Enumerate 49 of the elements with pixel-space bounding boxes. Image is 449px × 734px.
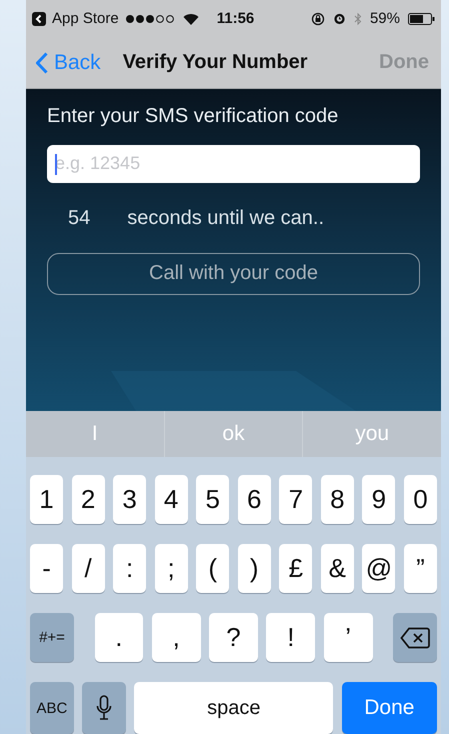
text-cursor [55, 154, 57, 175]
keyboard-key[interactable]: ! [266, 613, 316, 662]
keyboard-key[interactable]: ; [154, 544, 188, 594]
orientation-lock-icon [310, 12, 325, 26]
mode-key[interactable]: ABC [30, 682, 74, 734]
keyboard-key[interactable]: 7 [279, 475, 312, 524]
keyboard-key[interactable]: 0 [404, 475, 437, 524]
keyboard-key[interactable]: 5 [196, 475, 230, 524]
keyboard-key[interactable]: @ [362, 544, 396, 594]
keyboard-key[interactable]: & [320, 544, 354, 594]
back-app-label[interactable]: App Store [52, 10, 119, 28]
mode-key[interactable]: #+= [30, 613, 74, 662]
chevron-left-icon [36, 52, 48, 74]
keyboard-key[interactable]: - [30, 544, 64, 594]
back-to-app-icon[interactable] [32, 12, 46, 26]
keyboard-key[interactable]: ? [209, 613, 258, 662]
wifi-icon [182, 12, 199, 25]
battery-icon [408, 12, 435, 25]
countdown-text: seconds until we can.. [127, 206, 324, 230]
keyboard-key[interactable]: 8 [320, 475, 354, 524]
prompt-text: Enter your SMS verification code [47, 104, 340, 128]
screen-title: Verify Your Number [122, 51, 308, 74]
keyboard-key[interactable]: ” [404, 544, 437, 594]
microphone-icon [96, 695, 112, 722]
backspace-icon [400, 626, 430, 649]
countdown-number: 54 [68, 206, 90, 230]
keyboard-key[interactable]: . [94, 613, 144, 662]
clock-time: 11:56 [216, 10, 254, 28]
backspace-key[interactable] [393, 613, 438, 662]
done-key[interactable]: Done [342, 682, 438, 734]
microphone-key[interactable] [82, 682, 126, 734]
bluetooth-icon [354, 12, 362, 26]
keyboard-key[interactable]: 4 [154, 475, 188, 524]
signal-icon [124, 14, 177, 24]
keyboard-key[interactable]: : [113, 544, 146, 594]
alarm-icon [332, 12, 346, 26]
space-key[interactable]: space [134, 682, 334, 734]
keyboard-key[interactable]: / [72, 544, 105, 594]
keyboard-key[interactable]: 6 [238, 475, 271, 524]
keyboard-key[interactable]: 3 [113, 475, 146, 524]
keyboard-key[interactable]: ) [238, 544, 271, 594]
keyboard-key[interactable]: ’ [324, 613, 372, 662]
battery-percent: 59% [370, 10, 400, 28]
keyboard-key[interactable]: , [152, 613, 201, 662]
keyboard-key[interactable]: ( [196, 544, 230, 594]
keyboard-key[interactable]: £ [279, 544, 312, 594]
keyboard-key[interactable]: 1 [30, 475, 64, 524]
keyboard-key[interactable]: 9 [362, 475, 396, 524]
keyboard-key[interactable]: 2 [72, 475, 105, 524]
